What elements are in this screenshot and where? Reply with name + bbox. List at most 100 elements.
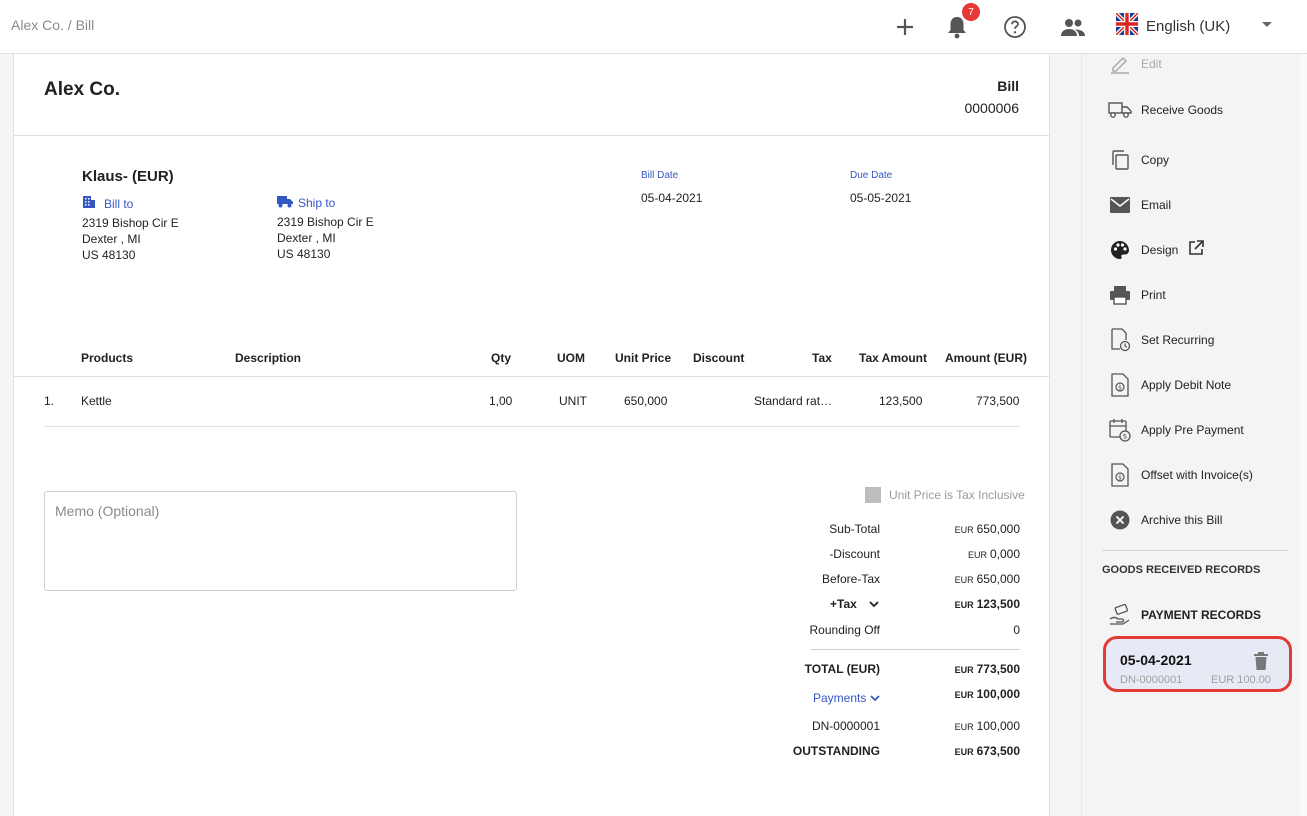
people-icon[interactable] — [1058, 12, 1088, 42]
receive-goods-action[interactable]: Receive Goods — [1108, 98, 1223, 122]
truck-icon — [277, 195, 293, 211]
print-action[interactable]: Print — [1108, 283, 1166, 307]
offset-invoices-label: Offset with Invoice(s) — [1141, 468, 1253, 482]
edit-action[interactable]: Edit — [1108, 52, 1162, 76]
debit-note-value: EUR 100,000 — [880, 719, 1020, 733]
uk-flag-icon — [1114, 11, 1140, 40]
archive-action[interactable]: Archive this Bill — [1108, 508, 1222, 532]
payment-record-date: 05-04-2021 — [1120, 652, 1192, 668]
chevron-down-icon[interactable] — [1262, 22, 1272, 27]
tax-amount: 123,500 — [976, 597, 1020, 611]
bill-to-block: Bill to 2319 Bishop Cir E Dexter , MI US… — [82, 195, 179, 263]
bill-to-line2: Dexter , MI — [82, 232, 141, 246]
ship-to-header[interactable]: Ship to — [277, 195, 374, 211]
truck-icon — [1108, 98, 1132, 122]
copy-label: Copy — [1141, 153, 1170, 167]
ship-to-label: Ship to — [298, 196, 336, 210]
payment-record-card[interactable]: 05-04-2021 DN-0000001 EUR 100.00 — [1103, 636, 1292, 692]
discount-amount: 0,000 — [989, 547, 1020, 561]
breadcrumb[interactable]: Alex Co. / Bill — [11, 17, 94, 33]
design-action[interactable]: Design — [1108, 238, 1205, 262]
payments-value: EUR 100,000 — [880, 687, 1020, 701]
design-label: Design — [1141, 243, 1179, 257]
ship-to-line3: US 48130 — [277, 247, 331, 261]
row-tax: Standard rat… — [754, 394, 833, 408]
apply-pre-payment-action[interactable]: $ Apply Pre Payment — [1108, 418, 1244, 442]
payments-label: Payments — [813, 691, 867, 705]
tax-label: +Tax — [830, 597, 857, 611]
outstanding-amount: 673,500 — [976, 744, 1020, 758]
hand-money-icon — [1108, 603, 1132, 627]
currency-code: EUR — [954, 665, 974, 675]
row-tax-amount: 123,500 — [879, 394, 923, 408]
discount-label: -Discount — [829, 547, 880, 561]
row-product: Kettle — [81, 394, 112, 408]
memo-field[interactable]: Memo (Optional) — [44, 491, 517, 591]
trash-icon[interactable] — [1253, 651, 1269, 676]
pencil-icon — [1108, 52, 1132, 76]
rounding-label: Rounding Off — [809, 623, 881, 637]
sub-total-value: EUR 650,000 — [880, 522, 1020, 536]
apply-debit-note-action[interactable]: $ Apply Debit Note — [1108, 373, 1231, 397]
doc-number: 0000006 — [964, 100, 1019, 116]
row-index: 1. — [44, 394, 55, 408]
email-action[interactable]: Email — [1108, 193, 1171, 217]
due-date-value[interactable]: 05-05-2021 — [850, 191, 911, 205]
col-header-tax-amount: Tax Amount — [859, 351, 927, 365]
currency-code: EUR — [954, 722, 974, 732]
email-label: Email — [1141, 198, 1172, 212]
actions-sidebar: Edit Receive Goods Copy Email Design Pri… — [1081, 54, 1307, 816]
tax-inclusive-checkbox[interactable] — [865, 487, 881, 503]
doc-type: Bill — [997, 78, 1019, 94]
ship-to-line1: 2319 Bishop Cir E — [277, 215, 374, 229]
goods-received-heading: GOODS RECEIVED RECORDS — [1102, 564, 1261, 576]
col-header-products: Products — [81, 351, 134, 365]
svg-text:$: $ — [1123, 433, 1127, 441]
debit-note-label: DN-0000001 — [811, 719, 880, 733]
outstanding-value: EUR 673,500 — [880, 744, 1020, 758]
row-unit-price: 650,000 — [624, 394, 668, 408]
language-selector[interactable]: English (UK) — [1114, 11, 1230, 40]
total-value: EUR 773,500 — [880, 662, 1020, 676]
debit-note-amount: 100,000 — [976, 719, 1020, 733]
summary-divider — [811, 649, 1020, 650]
offset-document-icon: $ — [1108, 463, 1132, 487]
help-icon[interactable] — [1000, 12, 1030, 42]
notification-badge: 7 — [962, 3, 980, 21]
sub-total-amount: 650,000 — [976, 522, 1020, 536]
print-label: Print — [1141, 288, 1166, 302]
scrollbar-track[interactable] — [1300, 54, 1307, 816]
ship-to-block: Ship to 2319 Bishop Cir E Dexter , MI US… — [277, 195, 374, 262]
receive-goods-label: Receive Goods — [1141, 103, 1224, 117]
email-icon — [1108, 193, 1132, 217]
offset-invoices-action[interactable]: $ Offset with Invoice(s) — [1108, 463, 1253, 487]
total-amount: 773,500 — [976, 662, 1020, 676]
col-header-unit-price: Unit Price — [615, 351, 672, 365]
tax-inclusive-option[interactable]: Unit Price is Tax Inclusive — [865, 487, 1025, 503]
before-tax-label: Before-Tax — [821, 572, 880, 586]
payments-toggle[interactable]: Payments — [813, 691, 880, 705]
col-header-discount: Discount — [693, 351, 745, 365]
bill-date-label: Bill Date — [641, 170, 679, 181]
chevron-down-icon — [870, 691, 880, 705]
plus-icon[interactable] — [890, 12, 920, 42]
set-recurring-action[interactable]: Set Recurring — [1108, 328, 1214, 352]
bill-to-header[interactable]: Bill to — [82, 195, 179, 212]
chevron-down-icon — [869, 597, 879, 611]
bill-document: Alex Co. Bill 0000006 Klaus- (EUR) Bill … — [13, 54, 1050, 816]
before-tax-value: EUR 650,000 — [880, 572, 1020, 586]
col-header-uom: UOM — [557, 351, 585, 365]
bill-to-line3: US 48130 — [82, 248, 136, 262]
bill-date-value[interactable]: 05-04-2021 — [641, 191, 702, 205]
tax-toggle[interactable]: +Tax — [830, 597, 879, 611]
copy-action[interactable]: Copy — [1108, 148, 1169, 172]
copy-icon — [1108, 148, 1132, 172]
vendor-name[interactable]: Klaus- (EUR) — [82, 168, 174, 185]
set-recurring-label: Set Recurring — [1141, 333, 1215, 347]
palette-icon — [1108, 238, 1132, 262]
svg-text:$: $ — [1118, 475, 1122, 482]
currency-code: EUR — [954, 747, 974, 757]
before-tax-amount: 650,000 — [976, 572, 1020, 586]
debit-note-icon: $ — [1108, 373, 1132, 397]
sub-total-label: Sub-Total — [829, 522, 880, 536]
